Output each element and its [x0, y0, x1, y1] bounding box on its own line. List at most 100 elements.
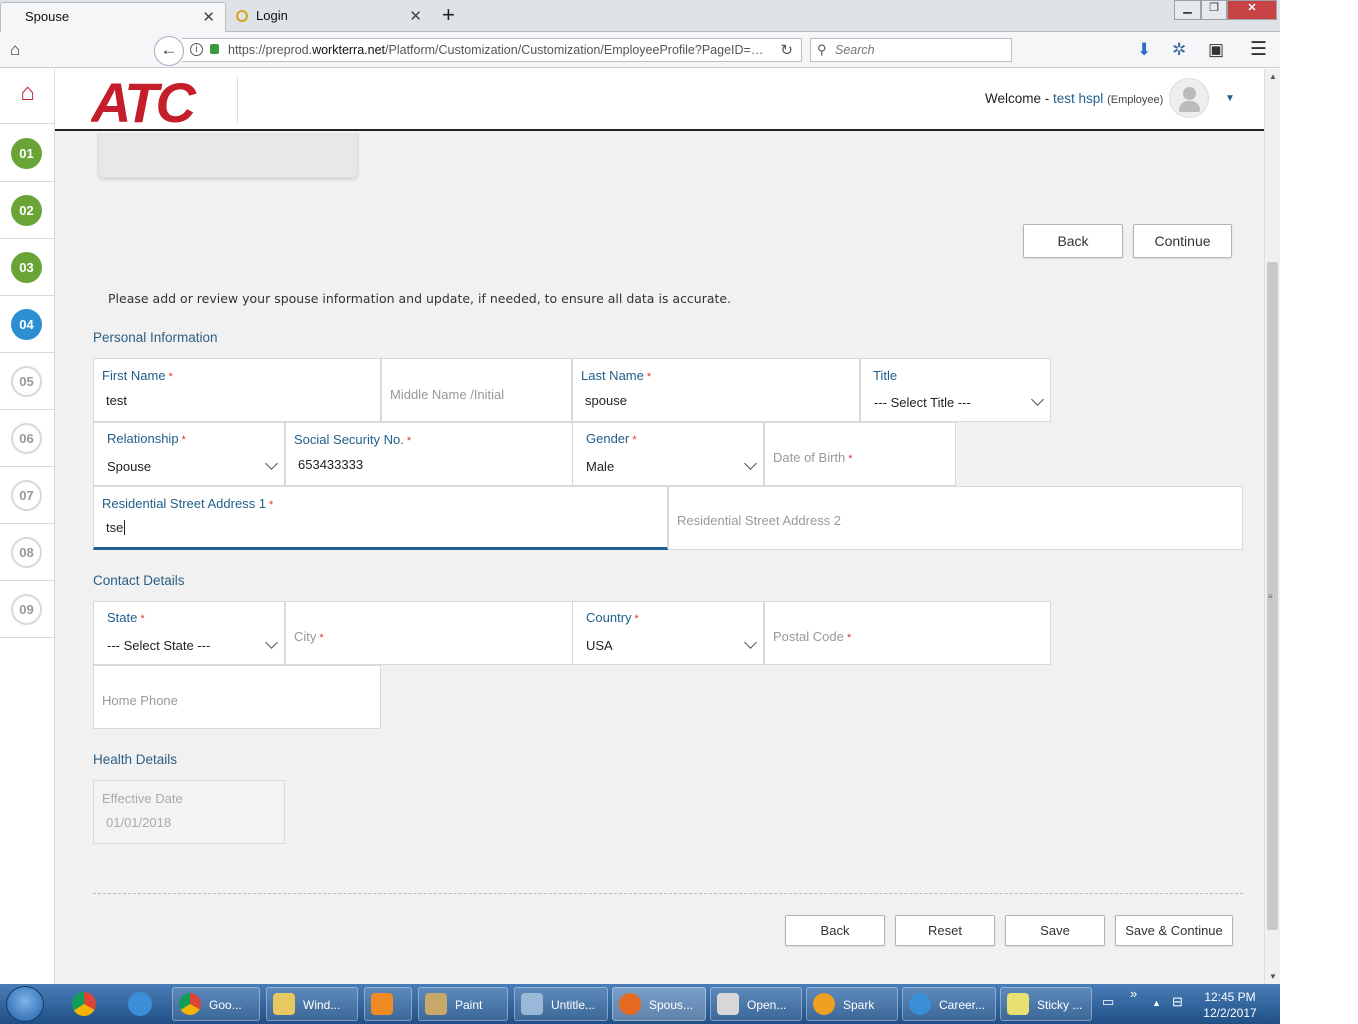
date-of-birth-field[interactable]: Date of Birth * — [764, 422, 956, 486]
first-name-field[interactable]: First Name * test — [93, 358, 381, 422]
internet-explorer-pinned-icon[interactable] — [118, 988, 162, 1020]
download-icon[interactable]: ⬇ — [1137, 40, 1151, 60]
search-icon: ⚲ — [817, 42, 827, 57]
step-sidebar: ⌂ 01 02 03 04 05 06 07 08 09 — [0, 69, 55, 984]
step-08[interactable]: 08 — [0, 524, 55, 581]
required-marker: * — [181, 434, 186, 446]
state-value: --- Select State --- — [107, 638, 211, 653]
page-scrollbar[interactable]: ▲ ≡ ▼ — [1264, 69, 1280, 984]
title-select[interactable]: Title --- Select Title --- — [860, 358, 1051, 422]
step-number: 03 — [11, 252, 42, 283]
last-name-label: Last Name — [581, 368, 644, 383]
taskbar-item-firefox[interactable]: Spous... — [612, 987, 706, 1021]
chevron-down-icon[interactable]: ▼ — [1225, 93, 1235, 104]
extension-icon[interactable]: ✲ — [1172, 40, 1186, 60]
postal-code-field[interactable]: Postal Code * — [764, 601, 1051, 665]
avatar[interactable] — [1169, 78, 1209, 118]
save-button[interactable]: Save — [1005, 915, 1105, 946]
chrome-pinned-icon[interactable] — [62, 988, 106, 1020]
user-name[interactable]: test hspl — [1053, 91, 1103, 106]
search-input[interactable]: ⚲ Search — [810, 38, 1012, 62]
sidebar-icon[interactable]: ▣ — [1208, 40, 1224, 60]
step-01[interactable]: 01 — [0, 125, 55, 182]
continue-button[interactable]: Continue — [1133, 224, 1232, 258]
scroll-down-icon[interactable]: ▼ — [1269, 972, 1277, 981]
home-icon[interactable]: ⌂ — [10, 40, 20, 60]
reload-icon[interactable]: ↻ — [780, 41, 793, 59]
home-icon[interactable]: ⌂ — [0, 69, 55, 124]
taskbar-item-sticky-notes[interactable]: Sticky ... — [1000, 987, 1092, 1021]
info-icon[interactable]: i — [190, 43, 203, 56]
gender-select[interactable]: Gender * Male — [572, 422, 764, 486]
middle-name-field[interactable]: Middle Name /Initial — [381, 358, 572, 422]
show-hidden-icons[interactable]: » — [1130, 986, 1137, 1001]
taskbar-item-media[interactable] — [364, 987, 412, 1021]
taskbar-label: Spark — [843, 998, 875, 1012]
city-placeholder: City — [294, 629, 317, 644]
last-name-field[interactable]: Last Name * spouse — [572, 358, 860, 422]
chevron-down-icon — [265, 457, 278, 470]
chevron-down-icon — [1031, 393, 1044, 406]
scroll-up-icon[interactable]: ▲ — [1269, 72, 1277, 81]
step-04[interactable]: 04 — [0, 296, 55, 353]
grip-icon: ≡ — [1268, 592, 1273, 601]
taskbar-label: Paint — [455, 998, 483, 1012]
required-marker: * — [848, 453, 853, 465]
save-and-continue-button[interactable]: Save & Continue — [1115, 915, 1233, 946]
step-02[interactable]: 02 — [0, 182, 55, 239]
back-arrow-icon[interactable]: ← — [154, 36, 184, 66]
back-button[interactable]: Back — [1023, 224, 1123, 258]
step-09[interactable]: 09 — [0, 581, 55, 638]
home-phone-field[interactable]: Home Phone — [93, 665, 381, 729]
state-select[interactable]: State * --- Select State --- — [93, 601, 285, 665]
taskbar-item-spark[interactable]: Spark — [806, 987, 898, 1021]
taskbar-item-chrome[interactable]: Goo... — [172, 987, 260, 1021]
relationship-select[interactable]: Relationship * Spouse — [93, 422, 285, 486]
profile-photo-card — [98, 133, 358, 178]
taskbar-item-paint[interactable]: Paint — [418, 987, 508, 1021]
maximize-window-icon[interactable]: ❐ — [1201, 0, 1227, 20]
required-marker: * — [406, 435, 412, 447]
effective-date-label: Effective Date — [102, 791, 183, 806]
address-bar[interactable]: i https://preprod.workterra.net/Platform… — [182, 38, 802, 62]
country-select[interactable]: Country * USA — [572, 601, 764, 665]
step-07[interactable]: 07 — [0, 467, 55, 524]
address-line-2-field[interactable]: Residential Street Address 2 — [668, 486, 1243, 550]
section-health-details: Health Details — [93, 752, 178, 767]
back-button[interactable]: Back — [785, 915, 885, 946]
required-marker: * — [646, 371, 652, 383]
step-number: 05 — [11, 366, 42, 397]
tab-login[interactable]: Login ✕ — [228, 2, 432, 32]
relationship-value: Spouse — [107, 459, 152, 474]
taskbar-item-open[interactable]: Open... — [710, 987, 802, 1021]
city-field[interactable]: City * — [285, 601, 573, 665]
address-1-value: tse — [106, 520, 126, 535]
taskbar-item-ie[interactable]: Career... — [902, 987, 996, 1021]
ssn-label: Social Security No. — [294, 432, 404, 447]
reset-button[interactable]: Reset — [895, 915, 995, 946]
close-tab-icon[interactable]: ✕ — [409, 7, 422, 25]
close-window-icon[interactable]: ✕ — [1227, 0, 1277, 20]
hamburger-menu-icon[interactable]: ☰ — [1250, 38, 1267, 61]
address-1-label: Residential Street Address 1 — [102, 496, 267, 511]
taskbar-item-notepad[interactable]: Untitle... — [514, 987, 608, 1021]
start-button[interactable] — [6, 986, 44, 1022]
up-arrow-icon[interactable]: ▲ — [1152, 998, 1161, 1008]
ssn-field[interactable]: Social Security No. * 653433333 — [285, 422, 573, 486]
taskbar-item-explorer[interactable]: Wind... — [266, 987, 358, 1021]
user-role: (Employee) — [1107, 94, 1164, 106]
step-05[interactable]: 05 — [0, 353, 55, 410]
tab-spouse[interactable]: Spouse ✕ — [0, 2, 226, 32]
network-icon[interactable]: ⊟ — [1172, 994, 1183, 1010]
folder-icon[interactable]: ▭ — [1102, 994, 1114, 1010]
close-tab-icon[interactable]: ✕ — [202, 8, 215, 26]
address-line-1-field[interactable]: Residential Street Address 1 * tse — [93, 486, 668, 550]
step-06[interactable]: 06 — [0, 410, 55, 467]
required-marker: * — [269, 499, 274, 511]
browser-toolbar: ⌂ i https://preprod.workterra.net/Platfo… — [0, 32, 1280, 68]
new-tab-icon[interactable]: + — [442, 2, 455, 28]
minimize-window-icon[interactable]: ▁ — [1174, 0, 1201, 20]
step-03[interactable]: 03 — [0, 239, 55, 296]
taskbar-clock[interactable]: 12:45 PM 12/2/2017 — [1200, 989, 1260, 1021]
step-number: 09 — [11, 594, 42, 625]
